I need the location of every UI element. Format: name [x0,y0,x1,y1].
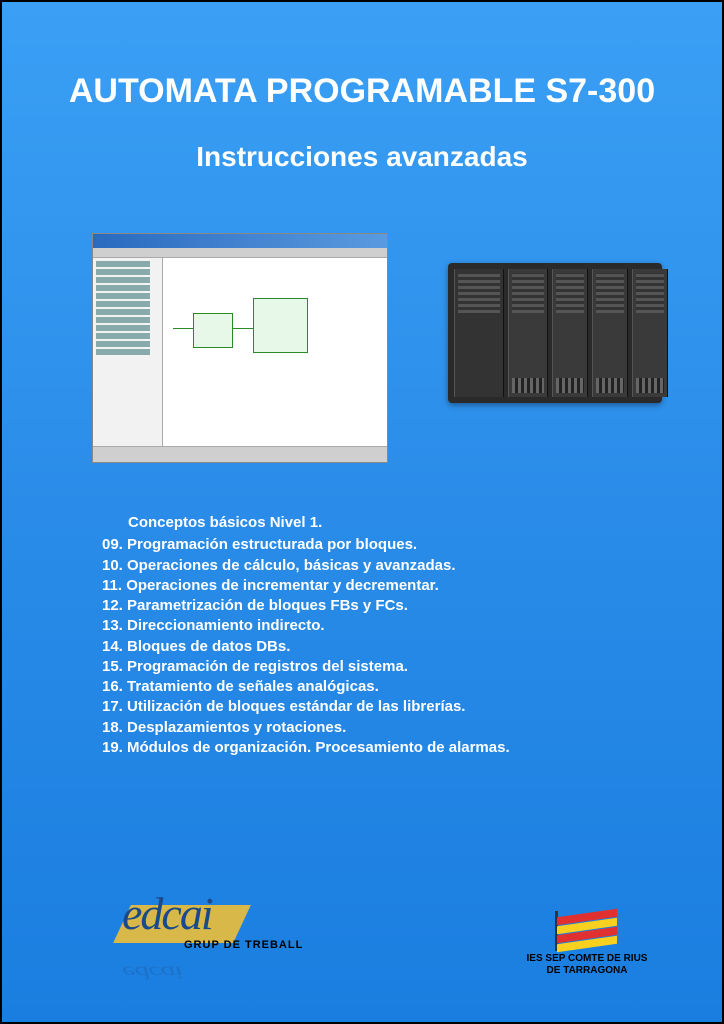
toc-item: 16. Tratamiento de señales analógicas. [102,677,722,697]
document-subtitle: Instrucciones avanzadas [2,141,722,173]
toc-header: Conceptos básicos Nivel 1. [102,513,722,533]
edcai-logo-reflection: edcai [122,962,182,982]
edcai-logo-text: edcai [122,887,212,940]
toc-item: 11. Operaciones de incrementar y decreme… [102,576,722,596]
toc-item: 19. Módulos de organización. Procesamien… [102,738,722,758]
footer: edcai GRUP DE TREBALL edcai IES SEP COMT… [2,877,722,977]
toc-item: 15. Programación de registros del sistem… [102,657,722,677]
toc-item: 18. Desplazamientos y rotaciones. [102,718,722,738]
document-title: AUTOMATA PROGRAMABLE S7-300 [2,72,722,111]
toc-item: 13. Direccionamiento indirecto. [102,616,722,636]
edcai-logo-sub: GRUP DE TREBALL [184,939,303,951]
plc-device-image [448,263,662,403]
toc-item: 10. Operaciones de cálculo, básicas y av… [102,556,722,576]
toc-item: 09. Programación estructurada por bloque… [102,535,722,555]
title-area: AUTOMATA PROGRAMABLE S7-300 Instruccione… [2,2,722,173]
images-row [2,173,722,463]
edcai-logo: edcai GRUP DE TREBALL edcai [122,877,322,977]
software-screenshot [92,233,388,463]
table-of-contents: Conceptos básicos Nivel 1. 09. Programac… [2,463,722,758]
toc-item: 12. Parametrización de bloques FBs y FCs… [102,596,722,616]
school-caption-line2: DE TARRAGONA [507,965,667,977]
school-logo: IES SEP COMTE DE RIUS DE TARRAGONA [507,913,667,977]
toc-item: 14. Bloques de datos DBs. [102,637,722,657]
school-caption-line1: IES SEP COMTE DE RIUS [507,953,667,965]
catalan-flag-icon [557,913,617,947]
toc-item: 17. Utilización de bloques estándar de l… [102,697,722,717]
